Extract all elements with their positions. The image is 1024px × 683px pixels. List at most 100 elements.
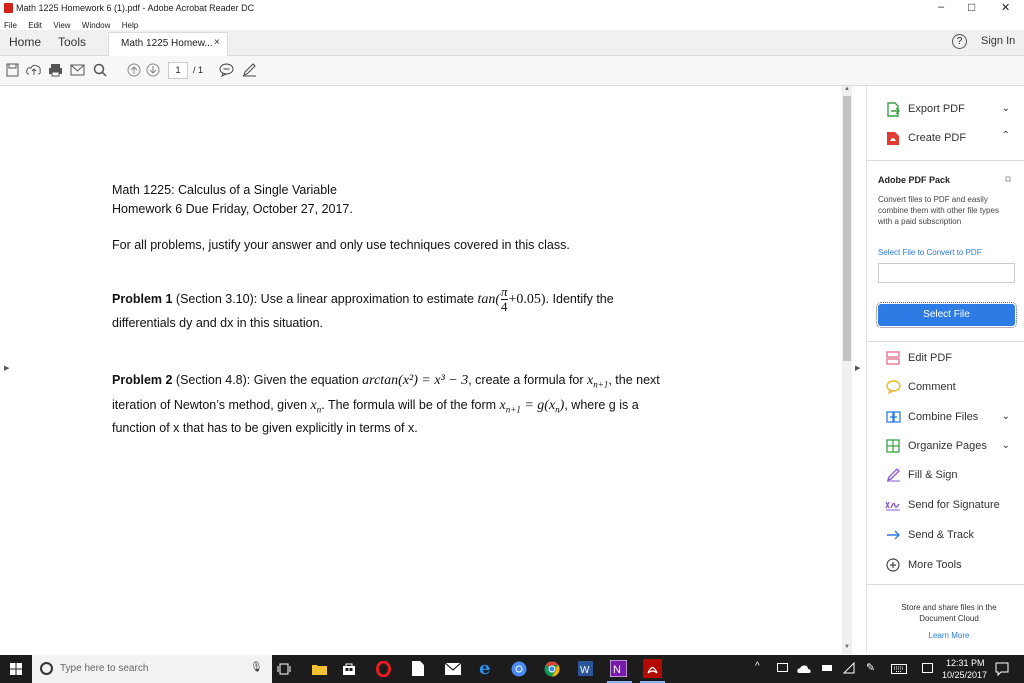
organize-pages-tool[interactable]: Organize Pages — [885, 435, 987, 457]
keyboard-icon[interactable] — [891, 664, 907, 674]
chrome-like-icon[interactable] — [511, 661, 527, 677]
page-number-input[interactable]: 1 — [168, 62, 188, 79]
menu-edit[interactable]: Edit — [28, 21, 42, 30]
more-tools-tool[interactable]: More Tools — [885, 554, 962, 576]
comment-tool-label: Comment — [908, 381, 956, 393]
create-pdf-tool[interactable]: Create PDF — [885, 127, 966, 149]
document-icon[interactable] — [412, 661, 424, 676]
problem-2-label: Problem 2 — [112, 373, 173, 387]
pack-title: Adobe PDF Pack — [878, 175, 951, 185]
problem-1-text-b: . Identify the — [545, 291, 614, 306]
problem-2-math-sub: n+1 — [593, 379, 609, 390]
pen-workspace-icon[interactable]: ✎ — [866, 661, 875, 674]
divider — [867, 160, 1024, 161]
close-button[interactable]: ✕ — [1001, 1, 1010, 14]
word-icon[interactable]: W — [578, 661, 593, 676]
chrome-icon[interactable] — [544, 661, 560, 677]
minimize-button[interactable]: – — [938, 1, 944, 13]
file-field[interactable] — [878, 263, 1015, 283]
scroll-down-icon[interactable]: ▼ — [844, 644, 850, 650]
edit-pdf-icon — [885, 350, 901, 366]
export-pdf-label: Export PDF — [908, 103, 965, 115]
menu-help[interactable]: Help — [122, 21, 138, 30]
comment-tool[interactable]: Comment — [885, 376, 956, 398]
left-panel-toggle-icon[interactable]: ▶ — [4, 364, 9, 372]
save-icon[interactable] — [6, 63, 19, 77]
create-pdf-chevron-up-icon[interactable]: ⌃ — [1002, 130, 1010, 141]
sign-pen-icon[interactable] — [242, 63, 257, 77]
help-icon[interactable]: ? — [952, 34, 967, 49]
export-pdf-chevron-down-icon[interactable]: ⌄ — [1002, 103, 1010, 114]
problem-2-line1: Problem 2 (Section 4.8): Given the equat… — [112, 373, 660, 390]
clock-date[interactable]: 10/25/2017 — [942, 670, 987, 680]
previous-page-icon[interactable] — [127, 63, 141, 77]
edit-pdf-tool[interactable]: Edit PDF — [885, 347, 952, 369]
tab-home[interactable]: Home — [9, 35, 41, 49]
send-track-tool[interactable]: Send & Track — [885, 524, 974, 546]
problem-2-text-c: , the next — [608, 373, 660, 387]
problem-2-line3: function of x that has to be given expli… — [112, 421, 418, 435]
menu-view[interactable]: View — [53, 21, 70, 30]
organize-pages-label: Organize Pages — [908, 440, 987, 452]
problem-1-math-num: π — [501, 284, 508, 300]
scrollbar-thumb[interactable] — [843, 96, 851, 361]
send-for-signature-tool[interactable]: Send for Signature — [885, 494, 1000, 516]
tab-document[interactable]: Math 1225 Homew... × — [108, 32, 228, 56]
problem-1-label: Problem 1 — [112, 291, 173, 306]
microphone-icon[interactable]: 🎙 — [250, 662, 263, 673]
problem-2-text-b: , create a formula for — [468, 373, 588, 387]
email-icon[interactable] — [70, 64, 85, 76]
task-view-icon[interactable] — [277, 663, 291, 675]
doc-instructions: For all problems, justify your answer an… — [112, 238, 570, 252]
edge-icon[interactable]: e — [479, 658, 490, 679]
combine-files-chevron-down-icon[interactable]: ⌄ — [1002, 411, 1010, 422]
create-pdf-label: Create PDF — [908, 132, 967, 144]
combine-files-tool[interactable]: Combine Files — [885, 406, 978, 428]
scroll-up-icon[interactable]: ▲ — [844, 86, 850, 92]
tab-document-label: Math 1225 Homew... — [121, 38, 213, 49]
windows-start-icon[interactable] — [10, 663, 22, 675]
file-explorer-icon[interactable] — [312, 663, 327, 675]
export-pdf-icon — [885, 101, 901, 117]
notification-icon[interactable] — [995, 662, 1009, 676]
fill-sign-label: Fill & Sign — [908, 469, 958, 481]
tab-close-icon[interactable]: × — [214, 37, 220, 48]
problem-2-text-a: (Section 4.8): Given the equation — [172, 373, 363, 387]
store-icon[interactable] — [342, 662, 356, 676]
mail-icon[interactable] — [445, 663, 461, 675]
tray-expand-icon[interactable]: ^ — [755, 661, 760, 672]
onedrive-icon[interactable] — [797, 664, 811, 673]
wifi-icon[interactable] — [843, 662, 855, 674]
next-page-icon[interactable] — [146, 63, 160, 77]
maximize-button[interactable]: □ — [968, 0, 975, 14]
menu-window[interactable]: Window — [82, 21, 110, 30]
select-file-link[interactable]: Select File to Convert to PDF — [878, 248, 982, 257]
fill-sign-tool[interactable]: Fill & Sign — [885, 464, 958, 486]
problem-2-math-eq: arctan(x²) = x³ − 3 — [362, 373, 469, 388]
organize-pages-chevron-down-icon[interactable]: ⌄ — [1002, 440, 1010, 451]
taskbar-search-box[interactable]: Type here to search 🎙 — [32, 655, 272, 683]
comment-icon[interactable] — [219, 63, 234, 77]
menu-file[interactable]: File — [4, 21, 17, 30]
opera-icon[interactable] — [376, 661, 391, 677]
right-panel-collapse-icon[interactable]: ▶ — [855, 364, 860, 372]
acrobat-logo-icon — [4, 3, 13, 13]
comment-tool-icon — [885, 379, 901, 395]
send-track-icon — [885, 527, 901, 543]
onenote-icon[interactable]: N — [610, 660, 627, 677]
select-file-button[interactable]: Select File — [876, 302, 1017, 328]
print-icon[interactable] — [48, 63, 63, 77]
acrobat-taskbar-icon[interactable] — [643, 659, 662, 678]
learn-more-link[interactable]: Learn More — [885, 631, 1013, 640]
tray-app-icon[interactable] — [777, 663, 788, 672]
clock-time[interactable]: 12:31 PM — [946, 658, 985, 668]
search-icon[interactable] — [93, 63, 107, 77]
toolbar: 1 / 1 — [0, 56, 1024, 86]
problem-1-math-den: 4 — [501, 299, 508, 314]
input-indicator-icon[interactable] — [922, 663, 933, 673]
sign-in-link[interactable]: Sign In — [981, 35, 1015, 47]
cloud-upload-icon[interactable] — [26, 63, 42, 77]
vertical-scrollbar[interactable]: ▲ ▼ — [842, 86, 852, 654]
export-pdf-tool[interactable]: Export PDF — [885, 98, 965, 120]
tab-tools[interactable]: Tools — [58, 35, 86, 49]
